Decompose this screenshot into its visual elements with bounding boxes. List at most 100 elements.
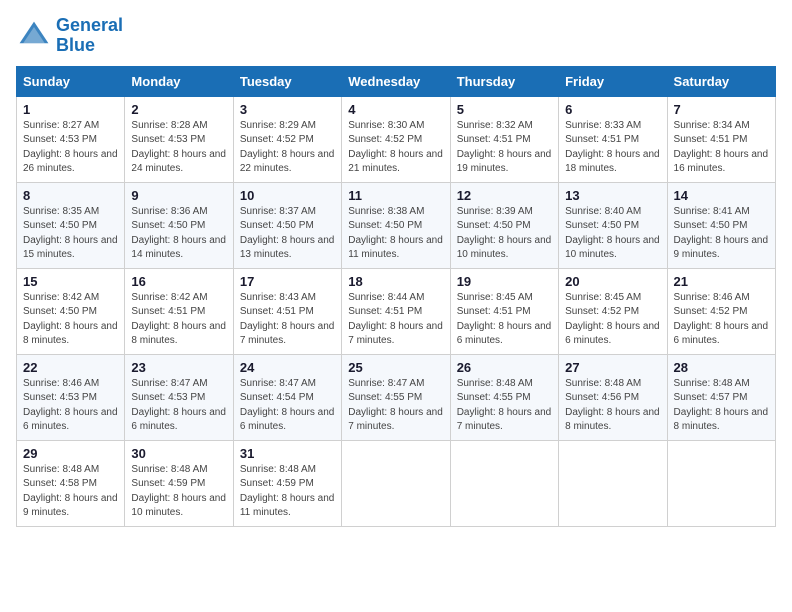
day-number: 10: [240, 188, 335, 203]
day-number: 27: [565, 360, 660, 375]
weekday-header-thursday: Thursday: [450, 66, 558, 96]
calendar-cell: 14 Sunrise: 8:41 AMSunset: 4:50 PMDaylig…: [667, 182, 775, 268]
logo-text: General Blue: [56, 16, 123, 56]
calendar-cell: 4 Sunrise: 8:30 AMSunset: 4:52 PMDayligh…: [342, 96, 450, 182]
day-info: Sunrise: 8:46 AMSunset: 4:52 PMDaylight:…: [674, 292, 769, 347]
calendar-cell: 25 Sunrise: 8:47 AMSunset: 4:55 PMDaylig…: [342, 354, 450, 440]
day-info: Sunrise: 8:43 AMSunset: 4:51 PMDaylight:…: [240, 292, 335, 347]
calendar-cell: 30 Sunrise: 8:48 AMSunset: 4:59 PMDaylig…: [125, 440, 233, 526]
calendar-cell: 2 Sunrise: 8:28 AMSunset: 4:53 PMDayligh…: [125, 96, 233, 182]
calendar-table: SundayMondayTuesdayWednesdayThursdayFrid…: [16, 66, 776, 527]
page-header: General Blue: [16, 16, 776, 56]
calendar-cell: 3 Sunrise: 8:29 AMSunset: 4:52 PMDayligh…: [233, 96, 341, 182]
day-info: Sunrise: 8:44 AMSunset: 4:51 PMDaylight:…: [348, 292, 443, 347]
day-info: Sunrise: 8:30 AMSunset: 4:52 PMDaylight:…: [348, 120, 443, 175]
weekday-header-friday: Friday: [559, 66, 667, 96]
calendar-cell: 12 Sunrise: 8:39 AMSunset: 4:50 PMDaylig…: [450, 182, 558, 268]
day-info: Sunrise: 8:48 AMSunset: 4:56 PMDaylight:…: [565, 378, 660, 433]
day-number: 30: [131, 446, 226, 461]
day-info: Sunrise: 8:48 AMSunset: 4:58 PMDaylight:…: [23, 464, 118, 519]
weekday-header-monday: Monday: [125, 66, 233, 96]
calendar-cell: 16 Sunrise: 8:42 AMSunset: 4:51 PMDaylig…: [125, 268, 233, 354]
day-info: Sunrise: 8:41 AMSunset: 4:50 PMDaylight:…: [674, 206, 769, 261]
calendar-cell: [559, 440, 667, 526]
day-number: 17: [240, 274, 335, 289]
weekday-header-sunday: Sunday: [17, 66, 125, 96]
day-info: Sunrise: 8:48 AMSunset: 4:55 PMDaylight:…: [457, 378, 552, 433]
calendar-cell: 18 Sunrise: 8:44 AMSunset: 4:51 PMDaylig…: [342, 268, 450, 354]
day-info: Sunrise: 8:47 AMSunset: 4:55 PMDaylight:…: [348, 378, 443, 433]
calendar-week-5: 29 Sunrise: 8:48 AMSunset: 4:58 PMDaylig…: [17, 440, 776, 526]
day-info: Sunrise: 8:47 AMSunset: 4:53 PMDaylight:…: [131, 378, 226, 433]
day-info: Sunrise: 8:40 AMSunset: 4:50 PMDaylight:…: [565, 206, 660, 261]
day-info: Sunrise: 8:48 AMSunset: 4:59 PMDaylight:…: [240, 464, 335, 519]
day-number: 11: [348, 188, 443, 203]
weekday-header-tuesday: Tuesday: [233, 66, 341, 96]
weekday-header-saturday: Saturday: [667, 66, 775, 96]
calendar-cell: 31 Sunrise: 8:48 AMSunset: 4:59 PMDaylig…: [233, 440, 341, 526]
day-info: Sunrise: 8:42 AMSunset: 4:50 PMDaylight:…: [23, 292, 118, 347]
calendar-week-2: 8 Sunrise: 8:35 AMSunset: 4:50 PMDayligh…: [17, 182, 776, 268]
day-number: 18: [348, 274, 443, 289]
day-number: 7: [674, 102, 769, 117]
calendar-cell: 20 Sunrise: 8:45 AMSunset: 4:52 PMDaylig…: [559, 268, 667, 354]
day-number: 23: [131, 360, 226, 375]
day-number: 22: [23, 360, 118, 375]
calendar-cell: 5 Sunrise: 8:32 AMSunset: 4:51 PMDayligh…: [450, 96, 558, 182]
day-info: Sunrise: 8:29 AMSunset: 4:52 PMDaylight:…: [240, 120, 335, 175]
day-number: 20: [565, 274, 660, 289]
calendar-cell: 21 Sunrise: 8:46 AMSunset: 4:52 PMDaylig…: [667, 268, 775, 354]
day-info: Sunrise: 8:48 AMSunset: 4:57 PMDaylight:…: [674, 378, 769, 433]
day-number: 4: [348, 102, 443, 117]
day-info: Sunrise: 8:34 AMSunset: 4:51 PMDaylight:…: [674, 120, 769, 175]
day-info: Sunrise: 8:37 AMSunset: 4:50 PMDaylight:…: [240, 206, 335, 261]
calendar-cell: [450, 440, 558, 526]
day-number: 1: [23, 102, 118, 117]
day-info: Sunrise: 8:38 AMSunset: 4:50 PMDaylight:…: [348, 206, 443, 261]
calendar-cell: 6 Sunrise: 8:33 AMSunset: 4:51 PMDayligh…: [559, 96, 667, 182]
day-number: 5: [457, 102, 552, 117]
day-number: 31: [240, 446, 335, 461]
day-info: Sunrise: 8:45 AMSunset: 4:51 PMDaylight:…: [457, 292, 552, 347]
day-number: 24: [240, 360, 335, 375]
day-number: 26: [457, 360, 552, 375]
calendar-week-1: 1 Sunrise: 8:27 AMSunset: 4:53 PMDayligh…: [17, 96, 776, 182]
calendar-cell: 24 Sunrise: 8:47 AMSunset: 4:54 PMDaylig…: [233, 354, 341, 440]
day-number: 14: [674, 188, 769, 203]
day-number: 8: [23, 188, 118, 203]
calendar-cell: 15 Sunrise: 8:42 AMSunset: 4:50 PMDaylig…: [17, 268, 125, 354]
calendar-cell: 23 Sunrise: 8:47 AMSunset: 4:53 PMDaylig…: [125, 354, 233, 440]
calendar-cell: [667, 440, 775, 526]
calendar-cell: 7 Sunrise: 8:34 AMSunset: 4:51 PMDayligh…: [667, 96, 775, 182]
weekday-header-wednesday: Wednesday: [342, 66, 450, 96]
day-number: 3: [240, 102, 335, 117]
day-info: Sunrise: 8:46 AMSunset: 4:53 PMDaylight:…: [23, 378, 118, 433]
day-info: Sunrise: 8:45 AMSunset: 4:52 PMDaylight:…: [565, 292, 660, 347]
day-number: 12: [457, 188, 552, 203]
calendar-cell: 27 Sunrise: 8:48 AMSunset: 4:56 PMDaylig…: [559, 354, 667, 440]
day-number: 28: [674, 360, 769, 375]
day-info: Sunrise: 8:42 AMSunset: 4:51 PMDaylight:…: [131, 292, 226, 347]
day-info: Sunrise: 8:47 AMSunset: 4:54 PMDaylight:…: [240, 378, 335, 433]
day-info: Sunrise: 8:32 AMSunset: 4:51 PMDaylight:…: [457, 120, 552, 175]
day-number: 16: [131, 274, 226, 289]
calendar-cell: 26 Sunrise: 8:48 AMSunset: 4:55 PMDaylig…: [450, 354, 558, 440]
logo: General Blue: [16, 16, 123, 56]
calendar-cell: 29 Sunrise: 8:48 AMSunset: 4:58 PMDaylig…: [17, 440, 125, 526]
day-number: 13: [565, 188, 660, 203]
day-number: 9: [131, 188, 226, 203]
day-number: 21: [674, 274, 769, 289]
day-number: 19: [457, 274, 552, 289]
calendar-week-3: 15 Sunrise: 8:42 AMSunset: 4:50 PMDaylig…: [17, 268, 776, 354]
calendar-cell: 8 Sunrise: 8:35 AMSunset: 4:50 PMDayligh…: [17, 182, 125, 268]
calendar-cell: 13 Sunrise: 8:40 AMSunset: 4:50 PMDaylig…: [559, 182, 667, 268]
calendar-cell: 28 Sunrise: 8:48 AMSunset: 4:57 PMDaylig…: [667, 354, 775, 440]
calendar-cell: 17 Sunrise: 8:43 AMSunset: 4:51 PMDaylig…: [233, 268, 341, 354]
calendar-cell: 19 Sunrise: 8:45 AMSunset: 4:51 PMDaylig…: [450, 268, 558, 354]
calendar-cell: [342, 440, 450, 526]
calendar-cell: 22 Sunrise: 8:46 AMSunset: 4:53 PMDaylig…: [17, 354, 125, 440]
day-number: 29: [23, 446, 118, 461]
day-number: 25: [348, 360, 443, 375]
day-number: 15: [23, 274, 118, 289]
day-info: Sunrise: 8:28 AMSunset: 4:53 PMDaylight:…: [131, 120, 226, 175]
